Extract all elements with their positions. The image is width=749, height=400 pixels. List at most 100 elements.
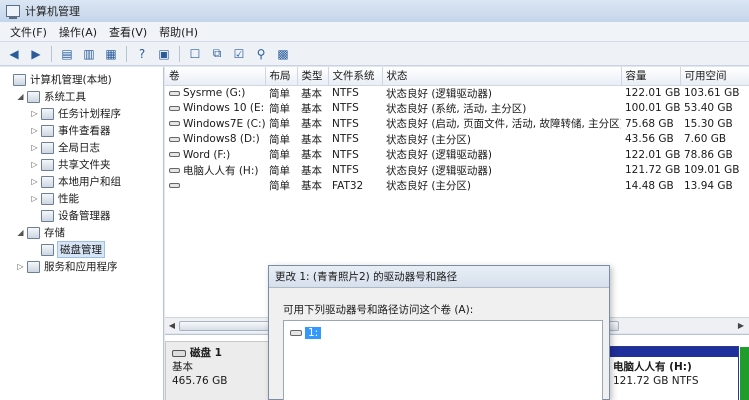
table-row[interactable]: Windows 10 (E:) 简单 基本 NTFS 状态良好 (系统, 活动, 主分区… bbox=[165, 101, 749, 117]
tree-item[interactable]: ▷ 共享文件夹 bbox=[30, 156, 111, 173]
table-cell: Windows 10 (E:) bbox=[165, 101, 265, 117]
cell-text: NTFS bbox=[332, 164, 359, 177]
properties-icon[interactable]: ▣ bbox=[154, 44, 174, 64]
table-row[interactable]: Sysrme (G:) 简单 基本 NTFS 状态良好 (逻辑驱动器) 122.01 GB… bbox=[165, 85, 749, 101]
table-cell: 简单 bbox=[265, 116, 297, 132]
export-icon[interactable]: ⧉ bbox=[207, 44, 227, 64]
cell-text: 53.40 GB bbox=[684, 102, 733, 115]
help-icon[interactable]: ? bbox=[132, 44, 152, 64]
tree-item[interactable]: ▷ 性能 bbox=[30, 190, 79, 207]
column-header[interactable]: 文件系统 bbox=[328, 67, 383, 86]
volume-icon bbox=[169, 136, 180, 142]
tree-item-label: 任务计划程序 bbox=[58, 108, 121, 120]
cell-text: 状态良好 (系统, 活动, 主分区) bbox=[386, 102, 527, 115]
table-cell: 121.72 GB bbox=[621, 163, 680, 179]
expand-arrow-icon[interactable]: ▷ bbox=[30, 126, 39, 135]
expand-arrow-icon[interactable]: ▷ bbox=[30, 143, 39, 152]
cell-text: 状态良好 (启动, 页面文件, 活动, 故障转储, 主分区) bbox=[386, 118, 621, 131]
cell-text: 基本 bbox=[301, 180, 322, 193]
window-title: 计算机管理 bbox=[25, 5, 80, 18]
drive-path-label: 1: bbox=[305, 327, 322, 339]
table-row[interactable]: Word (F:) 简单 基本 NTFS 状态良好 (逻辑驱动器) 122.01 GB 78… bbox=[165, 147, 749, 163]
menu-action[interactable]: 操作(A) bbox=[53, 24, 103, 40]
volume-icon bbox=[169, 152, 180, 158]
column-header[interactable]: 容量 bbox=[621, 67, 681, 86]
toolbar: ◀ ▶ ▤ ▥ ▦ ? ▣ ☐ ⧉ ☑ ⚲ ▩ bbox=[0, 42, 749, 66]
tree-item[interactable]: ▷ 服务和应用程序 bbox=[16, 258, 118, 275]
table-row[interactable]: 电脑人人有 (H:) 简单 基本 NTFS 状态良好 (逻辑驱动器) 121.72 GB 1… bbox=[165, 163, 749, 179]
table-cell: 状态良好 (逻辑驱动器) bbox=[382, 147, 621, 163]
tree-item[interactable]: ▷ 本地用户和组 bbox=[30, 173, 121, 190]
tree-item[interactable]: 设备管理器 bbox=[30, 207, 111, 224]
search-icon[interactable]: ⚲ bbox=[251, 44, 271, 64]
table-row[interactable]: 简单 基本 FAT32 状态良好 (主分区) 14.48 GB 13.94 GB bbox=[165, 178, 749, 194]
next-partition[interactable] bbox=[740, 347, 749, 400]
menu-view[interactable]: 查看(V) bbox=[103, 24, 153, 40]
table-row[interactable]: Windows7E (C:) 简单 基本 NTFS 状态良好 (启动, 页面文件, 活动… bbox=[165, 116, 749, 132]
settings-icon[interactable]: ▩ bbox=[273, 44, 293, 64]
tree-item[interactable]: 计算机管理(本地) bbox=[2, 71, 112, 88]
expand-arrow-icon[interactable]: ▷ bbox=[30, 160, 39, 169]
drive-path-entry[interactable]: 1: bbox=[290, 327, 322, 339]
cell-text: 状态良好 (逻辑驱动器) bbox=[386, 164, 493, 177]
expand-arrow-icon[interactable]: ▷ bbox=[30, 194, 39, 203]
table-cell: 状态良好 (系统, 活动, 主分区) bbox=[382, 101, 621, 117]
collapse-arrow-icon[interactable]: ◢ bbox=[16, 92, 25, 101]
panel-icon[interactable]: ▦ bbox=[101, 44, 121, 64]
checklist-icon[interactable]: ☑ bbox=[229, 44, 249, 64]
expand-arrow-icon[interactable]: ▷ bbox=[30, 177, 39, 186]
table-cell: 状态良好 (逻辑驱动器) bbox=[382, 163, 621, 179]
column-header[interactable]: 布局 bbox=[265, 67, 298, 86]
open-icon[interactable]: ☐ bbox=[185, 44, 205, 64]
table-cell: NTFS bbox=[328, 147, 382, 163]
table-cell: 75.68 GB bbox=[621, 116, 680, 132]
tree-item[interactable]: ▷ 全局日志 bbox=[30, 139, 100, 156]
volume-table: 卷布局 类型 文件系统 状态 容量 可用空间 Sysrme (G:) 简单 基本 NTFS 状态良… bbox=[165, 67, 749, 194]
scroll-left-icon[interactable]: ◀ bbox=[166, 320, 178, 332]
toolbar-separator bbox=[126, 45, 127, 62]
forward-arrow-icon[interactable]: ▶ bbox=[26, 44, 46, 64]
cell-text: 状态良好 (逻辑驱动器) bbox=[386, 149, 493, 162]
show-tree-icon[interactable]: ▥ bbox=[79, 44, 99, 64]
dialog-prompt: 可用下列驱动器号和路径访问这个卷 (A): bbox=[283, 304, 474, 316]
disk-size: 465.76 GB bbox=[172, 375, 228, 387]
column-header[interactable]: 可用空间 bbox=[680, 67, 749, 86]
tree-item[interactable]: ◢ 系统工具 bbox=[16, 88, 86, 105]
menu-help[interactable]: 帮助(H) bbox=[153, 24, 204, 40]
column-header[interactable]: 类型 bbox=[297, 67, 329, 86]
cell-text: 43.56 GB bbox=[625, 133, 674, 146]
tree-item[interactable]: ◢ 存储 bbox=[16, 224, 65, 241]
drive-path-list[interactable]: 1: bbox=[283, 320, 603, 400]
back-arrow-icon[interactable]: ◀ bbox=[4, 44, 24, 64]
disk-1-label[interactable]: 磁盘 1 基本 465.76 GB bbox=[165, 341, 271, 400]
expand-arrow-icon[interactable]: ▷ bbox=[30, 109, 39, 118]
table-cell: 15.30 GB bbox=[680, 116, 749, 132]
cell-text: 100.01 GB bbox=[625, 102, 680, 115]
folder-up-icon[interactable]: ▤ bbox=[57, 44, 77, 64]
cell-text: 基本 bbox=[301, 149, 322, 162]
column-header[interactable]: 状态 bbox=[382, 67, 622, 86]
cell-text: 简单 bbox=[269, 87, 290, 100]
expand-arrow-icon[interactable]: ▷ bbox=[16, 262, 25, 271]
cell-text: NTFS bbox=[332, 102, 359, 115]
tree-item[interactable]: ▷ 事件查看器 bbox=[30, 122, 111, 139]
table-cell: NTFS bbox=[328, 163, 382, 179]
column-header[interactable]: 卷 bbox=[165, 67, 266, 86]
tree-item[interactable]: 磁盘管理 bbox=[30, 241, 105, 258]
table-cell: 基本 bbox=[297, 116, 328, 132]
drive-icon bbox=[290, 330, 302, 336]
tree-item-label: 设备管理器 bbox=[58, 210, 111, 222]
table-cell: 78.86 GB bbox=[680, 147, 749, 163]
table-cell: 简单 bbox=[265, 163, 297, 179]
cell-text: 简单 bbox=[269, 164, 290, 177]
scroll-right-icon[interactable]: ▶ bbox=[735, 320, 747, 332]
event-viewer-icon bbox=[41, 124, 54, 137]
partition-h[interactable]: 电脑人人有 (H:) 121.72 GB NTFS bbox=[607, 346, 749, 400]
menu-file[interactable]: 文件(F) bbox=[4, 24, 53, 40]
collapse-arrow-icon[interactable]: ◢ bbox=[16, 228, 25, 237]
cell-text: FAT32 bbox=[332, 179, 364, 192]
table-cell: 109.01 GB bbox=[680, 163, 749, 179]
computer-icon bbox=[13, 73, 26, 86]
table-row[interactable]: Windows8 (D:) 简单 基本 NTFS 状态良好 (主分区) 43.56 GB 7… bbox=[165, 132, 749, 148]
tree-item[interactable]: ▷ 任务计划程序 bbox=[30, 105, 121, 122]
